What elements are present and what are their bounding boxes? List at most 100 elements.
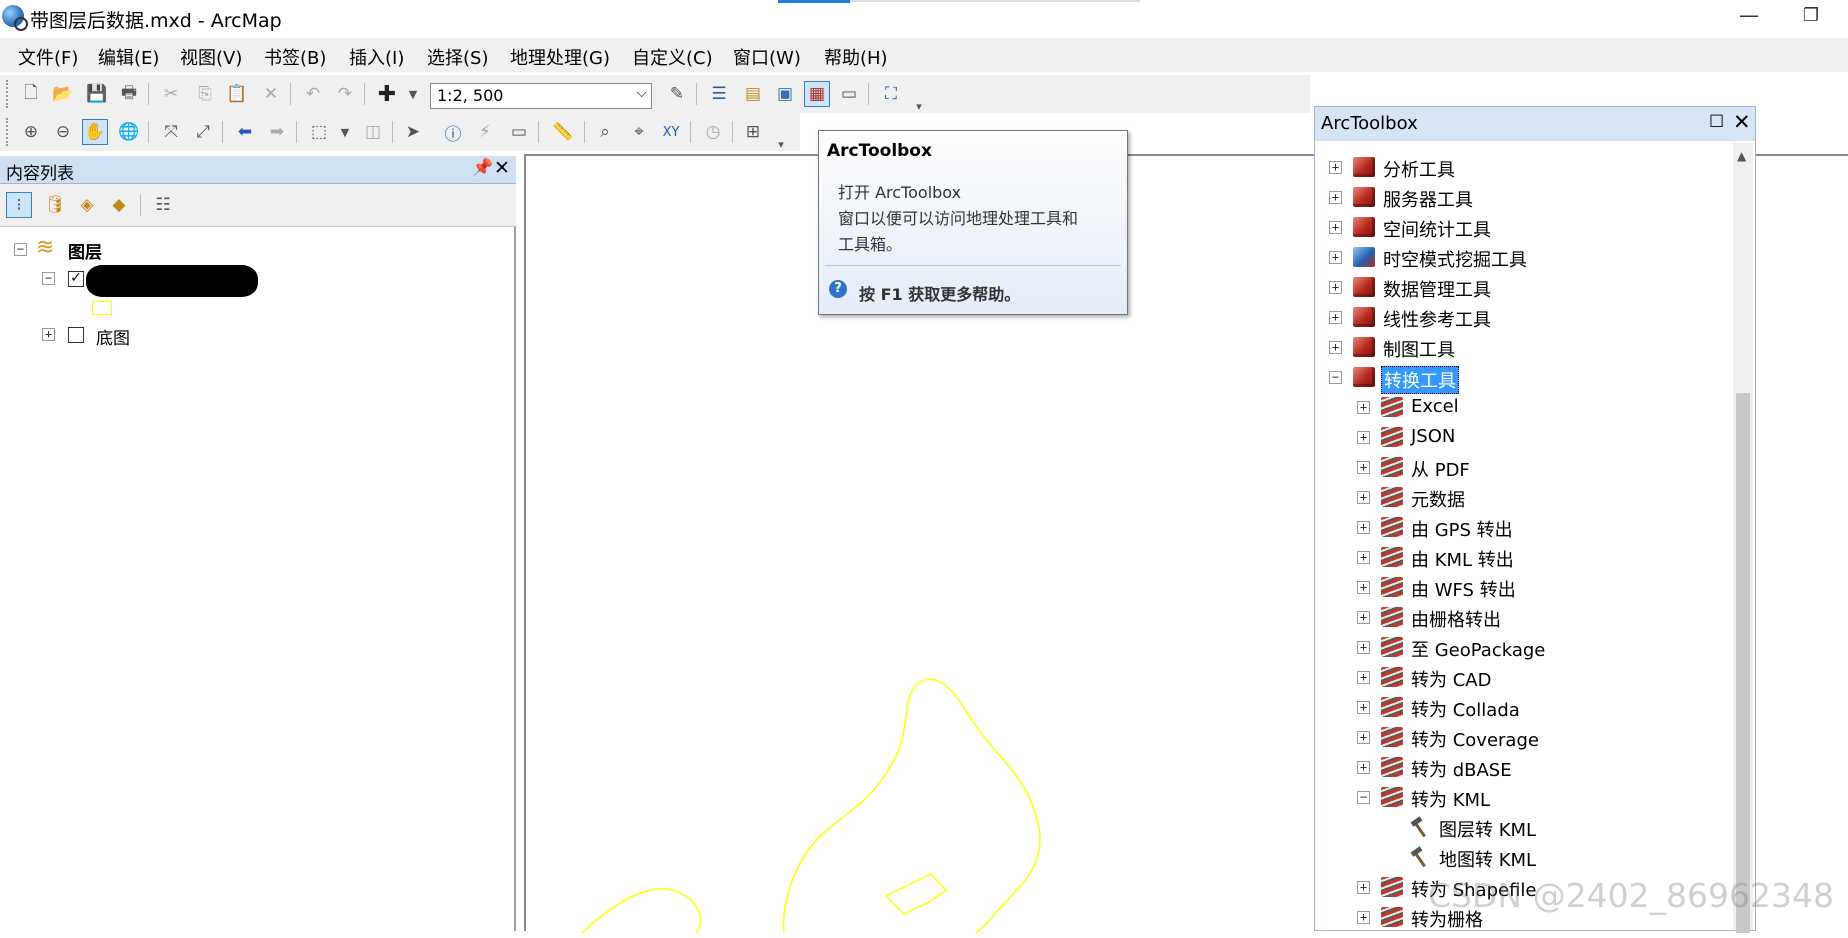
- toolset-item[interactable]: + 由 GPS 转出: [1317, 513, 1717, 541]
- arctoolbox-scrollbar[interactable]: ▲: [1733, 143, 1753, 933]
- list-by-drawing-order-icon[interactable]: ⁝: [6, 192, 32, 218]
- menu-geoprocessing[interactable]: 地理处理(G): [510, 44, 610, 70]
- expand-icon[interactable]: +: [1329, 281, 1342, 294]
- toolbox-item[interactable]: + 线性参考工具: [1317, 303, 1717, 331]
- toolset-item[interactable]: + 转为 dBASE: [1317, 753, 1717, 781]
- tool-item[interactable]: 图层转 KML: [1317, 813, 1717, 841]
- forward-extent-icon[interactable]: ➡: [264, 119, 290, 145]
- map-scale-combo[interactable]: 1:2, 500 ⌵: [430, 83, 652, 109]
- toolbox-item[interactable]: + 时空模式挖掘工具: [1317, 243, 1717, 271]
- toolset-item[interactable]: + 元数据: [1317, 483, 1717, 511]
- list-by-source-icon[interactable]: 🛢: [42, 192, 68, 218]
- add-data-dropdown-icon[interactable]: ▼: [400, 81, 426, 107]
- cut-icon[interactable]: ✂: [158, 81, 184, 107]
- expand-icon[interactable]: +: [1329, 311, 1342, 324]
- menu-selection[interactable]: 选择(S): [427, 44, 488, 70]
- time-slider-icon[interactable]: ◷: [700, 119, 726, 145]
- clear-selection-icon[interactable]: ◫: [360, 119, 386, 145]
- menu-view[interactable]: 视图(V): [180, 44, 242, 70]
- layer-visibility-checkbox[interactable]: ✓: [68, 271, 84, 287]
- menu-file[interactable]: 文件(F): [18, 44, 78, 70]
- catalog-icon[interactable]: ▤: [740, 81, 766, 107]
- zoom-out-icon[interactable]: ⊖: [50, 119, 76, 145]
- toolset-item[interactable]: + 至 GeoPackage: [1317, 633, 1717, 661]
- scrollbar-thumb[interactable]: [1736, 393, 1750, 933]
- expand-icon[interactable]: +: [1357, 671, 1370, 684]
- pin-icon[interactable]: 📌: [472, 158, 493, 178]
- expand-icon[interactable]: +: [1329, 161, 1342, 174]
- toolset-item[interactable]: + 由栅格转出: [1317, 603, 1717, 631]
- identify-icon[interactable]: ⓘ: [440, 119, 466, 145]
- python-window-icon[interactable]: ▭: [836, 81, 862, 107]
- expand-icon[interactable]: +: [1357, 581, 1370, 594]
- expand-icon[interactable]: +: [42, 328, 55, 341]
- expand-icon[interactable]: +: [1357, 761, 1370, 774]
- toolbox-item[interactable]: + 服务器工具: [1317, 183, 1717, 211]
- back-extent-icon[interactable]: ⬅: [232, 119, 258, 145]
- add-data-icon[interactable]: ✚: [374, 81, 400, 107]
- menu-windows[interactable]: 窗口(W): [733, 44, 801, 70]
- select-elements-icon[interactable]: ➤: [400, 119, 426, 145]
- hyperlink-icon[interactable]: ⚡: [472, 119, 498, 145]
- menu-insert[interactable]: 插入(I): [349, 44, 404, 70]
- expand-icon[interactable]: +: [1357, 491, 1370, 504]
- go-to-xy-icon[interactable]: XY: [658, 119, 684, 145]
- find-icon[interactable]: ⌕: [592, 119, 618, 145]
- layers-root-label[interactable]: 图层: [68, 238, 102, 263]
- save-icon[interactable]: 💾: [84, 81, 110, 107]
- expand-icon[interactable]: +: [1329, 191, 1342, 204]
- basemap-visibility-checkbox[interactable]: [68, 327, 84, 343]
- toolset-item[interactable]: + Excel: [1317, 393, 1717, 421]
- scroll-up-icon[interactable]: ▲: [1737, 149, 1746, 163]
- toolbar-grip[interactable]: [6, 80, 10, 108]
- expand-icon[interactable]: +: [1357, 401, 1370, 414]
- menu-bookmarks[interactable]: 书签(B): [264, 44, 326, 70]
- toolbar-grip[interactable]: [6, 118, 10, 146]
- toolset-item[interactable]: + 由 WFS 转出: [1317, 573, 1717, 601]
- minimize-icon[interactable]: —: [1734, 4, 1764, 28]
- select-features-icon[interactable]: ⬚: [306, 119, 332, 145]
- delete-icon[interactable]: ✕: [258, 81, 284, 107]
- open-folder-icon[interactable]: 📂: [50, 81, 76, 107]
- toolset-item[interactable]: + 转为 Coverage: [1317, 723, 1717, 751]
- expand-icon[interactable]: +: [1357, 641, 1370, 654]
- create-viewer-window-icon[interactable]: ⊞: [740, 119, 766, 145]
- menu-edit[interactable]: 编辑(E): [98, 44, 159, 70]
- undo-icon[interactable]: ↶: [300, 81, 326, 107]
- list-by-selection-icon[interactable]: ◆: [106, 192, 132, 218]
- toolbox-item-conversion[interactable]: − 转换工具: [1317, 363, 1717, 394]
- modelbuilder-icon[interactable]: ⛶: [878, 81, 904, 107]
- chevron-down-icon[interactable]: ⌵: [636, 85, 647, 101]
- close-icon[interactable]: ✕: [494, 157, 510, 179]
- expand-icon[interactable]: +: [1357, 551, 1370, 564]
- layer-symbol-swatch[interactable]: [92, 301, 112, 315]
- new-document-icon[interactable]: 🗋: [18, 81, 44, 107]
- tool-item[interactable]: 地图转 KML: [1317, 843, 1717, 871]
- full-extent-icon[interactable]: 🌐: [116, 119, 142, 145]
- toolset-item[interactable]: + JSON: [1317, 423, 1717, 451]
- measure-icon[interactable]: 📏: [550, 119, 576, 145]
- toolbox-item[interactable]: + 分析工具: [1317, 153, 1717, 181]
- select-dropdown-icon[interactable]: ▼: [332, 119, 358, 145]
- toolset-item[interactable]: + 由 KML 转出: [1317, 543, 1717, 571]
- pan-icon[interactable]: ✋: [82, 119, 108, 145]
- search-window-icon[interactable]: ▣: [772, 81, 798, 107]
- print-icon[interactable]: 🖶: [116, 81, 142, 107]
- fixed-zoom-out-icon[interactable]: ⤢: [190, 119, 216, 145]
- find-route-icon[interactable]: ⌖: [626, 119, 652, 145]
- close-icon[interactable]: ✕: [1733, 110, 1751, 134]
- collapse-icon[interactable]: −: [1329, 371, 1342, 384]
- expand-icon[interactable]: +: [1357, 461, 1370, 474]
- toolbox-item[interactable]: + 制图工具: [1317, 333, 1717, 361]
- expand-icon[interactable]: +: [1329, 251, 1342, 264]
- maximize-icon[interactable]: ☐: [1709, 112, 1724, 132]
- expand-icon[interactable]: +: [1357, 911, 1370, 924]
- table-of-contents-icon[interactable]: ☰: [706, 81, 732, 107]
- list-by-visibility-icon[interactable]: ◈: [74, 192, 100, 218]
- toolset-item[interactable]: + 从 PDF: [1317, 453, 1717, 481]
- editor-toolbar-icon[interactable]: ✎: [664, 81, 690, 107]
- restore-icon[interactable]: ❐: [1796, 4, 1826, 28]
- toolbar-options-icon[interactable]: ▾: [906, 93, 932, 119]
- redo-icon[interactable]: ↷: [332, 81, 358, 107]
- fixed-zoom-in-icon[interactable]: ⤧: [158, 119, 184, 145]
